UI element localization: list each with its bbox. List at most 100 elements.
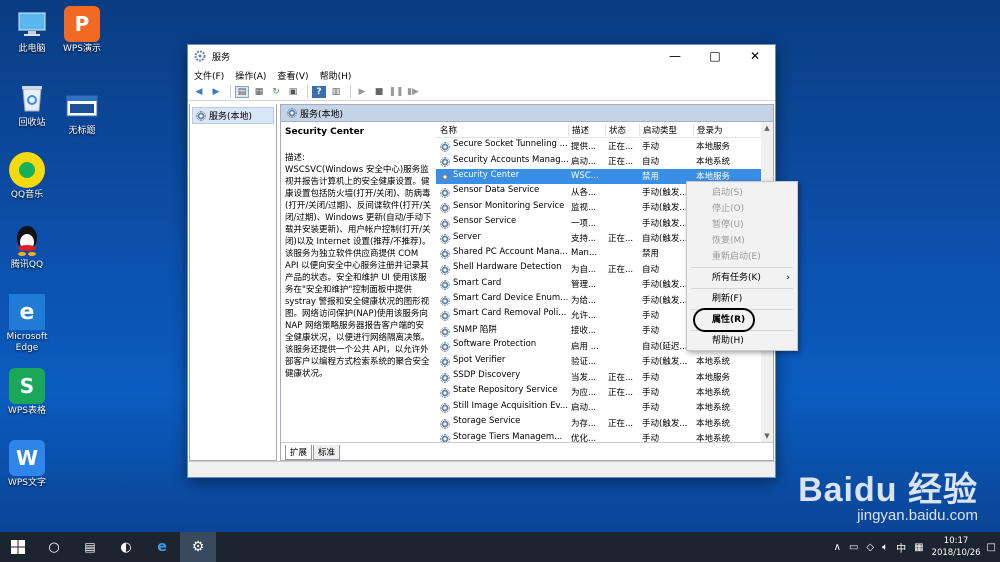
service-status: 正在...: [608, 418, 634, 429]
service-status: 正在...: [608, 264, 634, 275]
service-name-text: Sensor Service: [453, 216, 517, 227]
desktop-icon-qq[interactable]: 腾讯QQ: [0, 222, 57, 271]
back-arrow-icon[interactable]: ◀: [192, 86, 206, 98]
desktop-icon-wps-spreadsheet[interactable]: S WPS表格: [0, 368, 57, 417]
service-name-text: SNMP 陷阱: [453, 324, 497, 335]
menu-item-restart[interactable]: 重新启动(E): [687, 249, 797, 265]
minimize-button[interactable]: —: [655, 45, 695, 67]
scroll-up-icon[interactable]: ▲: [761, 122, 773, 134]
scroll-down-icon[interactable]: ▼: [761, 430, 773, 442]
menu-item-resume[interactable]: 恢复(M): [687, 233, 797, 249]
cortana-search-icon[interactable]: ○: [36, 532, 72, 562]
service-name-text: Sensor Data Service: [453, 185, 540, 196]
tab-standard[interactable]: 标准: [313, 445, 341, 460]
service-startup-type: 自动(延迟...: [642, 341, 688, 352]
menu-separator: [691, 288, 793, 289]
maximize-button[interactable]: □: [695, 45, 735, 67]
refresh-icon[interactable]: ↻: [269, 86, 283, 98]
taskbar-paint-app-icon[interactable]: ◐: [108, 532, 144, 562]
menu-item-refresh[interactable]: 刷新(F): [687, 291, 797, 307]
desktop-icon-label: WPS表格: [7, 406, 47, 416]
service-row[interactable]: Storage Service 为存... 正在... 手动(触发... 本地系统: [436, 415, 773, 430]
help-icon[interactable]: ?: [312, 85, 326, 98]
service-status: 正在...: [608, 372, 634, 383]
menu-item-help[interactable]: 帮助(H): [687, 333, 797, 349]
export-list-icon[interactable]: ▣: [286, 86, 300, 98]
service-description: 启动...: [571, 157, 597, 168]
taskbar-services-icon[interactable]: ⚙: [180, 532, 216, 562]
menu-item-all-tasks[interactable]: 所有任务(K) ›: [687, 270, 797, 286]
description-label: 描述:: [285, 153, 305, 163]
window-title: 服务: [212, 52, 231, 63]
column-header-startup-type[interactable]: 启动类型: [639, 123, 693, 136]
properties-list-icon[interactable]: ▦: [252, 86, 266, 98]
title-bar[interactable]: 服务 — □ ✕: [188, 45, 775, 67]
column-header-status[interactable]: 状态: [605, 123, 639, 136]
service-description: 监视...: [571, 203, 597, 214]
view-tabs: 扩展 标准: [281, 442, 773, 460]
start-button[interactable]: [0, 532, 36, 562]
service-row[interactable]: Spot Verifier 验证... 手动(触发... 本地系统: [436, 353, 773, 368]
service-description: WSC...: [571, 171, 599, 182]
tray-chevron-up-icon[interactable]: ∧: [834, 542, 841, 553]
service-log-on-as: 本地服务: [696, 372, 731, 383]
desktop-icon-qq-music[interactable]: QQ音乐: [0, 152, 57, 201]
column-header-description[interactable]: 描述: [568, 123, 605, 136]
close-button[interactable]: ✕: [735, 45, 775, 67]
clock[interactable]: 10:17 2018/10/26: [932, 535, 981, 559]
service-name-text: Storage Service: [453, 416, 521, 427]
taskbar-edge-icon[interactable]: e: [144, 532, 180, 562]
column-header-name[interactable]: 名称: [436, 124, 568, 136]
forward-arrow-icon[interactable]: ▶: [209, 86, 223, 98]
menu-view[interactable]: 查看(V): [277, 69, 308, 82]
desktop-icon-untitled[interactable]: 无标题: [52, 88, 112, 137]
menu-item-pause[interactable]: 暂停(U): [687, 217, 797, 233]
service-row[interactable]: SSDP Discovery 当发... 正在... 手动 本地服务: [436, 369, 773, 384]
service-description: 接收...: [571, 326, 597, 337]
service-gear-icon: [440, 418, 450, 429]
service-log-on-as: 本地系统: [696, 387, 731, 398]
service-name: Spot Verifier: [436, 355, 568, 368]
services-gear-icon: [196, 110, 206, 121]
task-view-icon[interactable]: ▤: [72, 532, 108, 562]
menu-item-start[interactable]: 启动(S): [687, 185, 797, 201]
service-gear-icon: [440, 264, 450, 275]
service-name-text: Smart Card Device Enum...: [453, 293, 568, 304]
column-header-log-on-as[interactable]: 登录为: [693, 123, 743, 136]
menu-item-stop[interactable]: 停止(O): [687, 201, 797, 217]
desktop-icon-wps-presentation[interactable]: P WPS演示: [52, 6, 112, 55]
service-description: 当发...: [571, 372, 597, 383]
recycle-bin-icon: [14, 80, 50, 116]
show-scope-icon[interactable]: ▥: [329, 86, 343, 98]
service-row[interactable]: State Repository Service 为应... 正在... 手动 本地系统: [436, 384, 773, 399]
submenu-arrow-icon: ›: [786, 273, 790, 283]
service-name: Secure Socket Tunneling ...: [436, 139, 568, 152]
highlight-circle: [693, 308, 755, 332]
service-name-text: Spot Verifier: [453, 354, 506, 365]
tray-display-icon[interactable]: ▭: [849, 542, 858, 553]
service-row[interactable]: Storage Tiers Managem... 优化... 手动 本地系统: [436, 430, 773, 442]
service-row[interactable]: Secure Socket Tunneling ... 提供... 正在... 手动 本…: [436, 138, 773, 153]
notification-center-icon[interactable]: □: [987, 542, 996, 553]
tree-node-services-local[interactable]: 服务(本地): [192, 107, 274, 124]
tray-keyboard-icon[interactable]: ▦: [914, 542, 923, 553]
tray-ime-indicator[interactable]: 中: [896, 540, 906, 555]
qq-icon: [9, 222, 45, 258]
desktop-icon-label: WPS文字: [7, 478, 47, 488]
desktop-icon-edge[interactable]: e Microsoft Edge: [0, 294, 57, 354]
service-startup-type: 手动(触发...: [642, 357, 688, 368]
tray-network-icon[interactable]: ◇: [866, 542, 874, 553]
menu-action[interactable]: 操作(A): [235, 69, 266, 82]
menu-help[interactable]: 帮助(H): [320, 69, 352, 82]
menu-file[interactable]: 文件(F): [194, 69, 224, 82]
desktop-icon-wps-writer[interactable]: W WPS文字: [0, 440, 57, 489]
service-gear-icon: [440, 295, 450, 306]
service-log-on-as: 本地系统: [696, 357, 731, 368]
service-row[interactable]: Still Image Acquisition Ev... 启动... 手动 本地系统: [436, 400, 773, 415]
console-tree-icon[interactable]: ▤: [235, 85, 249, 98]
tab-extended[interactable]: 扩展: [285, 445, 313, 460]
tray-volume-icon[interactable]: 🔈︎: [882, 542, 888, 553]
service-status: 正在...: [608, 157, 634, 168]
service-name: State Repository Service: [436, 385, 568, 398]
service-row[interactable]: Security Accounts Manag... 启动... 正在... 自动 本地…: [436, 153, 773, 168]
